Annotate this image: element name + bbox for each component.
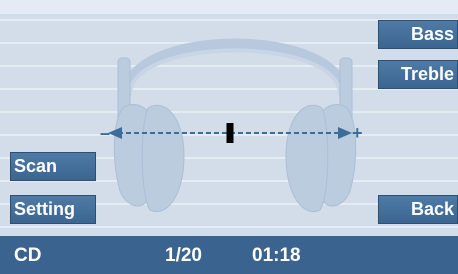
balance-min-label: – [100, 123, 111, 143]
treble-button[interactable]: Treble [378, 60, 458, 89]
balance-indicator [226, 123, 234, 143]
audio-screen: – + Bass Treble Back Scan Setting CD 1/2… [0, 0, 458, 274]
source-label: CD [14, 245, 42, 266]
setting-button[interactable]: Setting [10, 195, 96, 224]
status-bar: CD 1/20 01:18 [0, 236, 458, 274]
balance-max-label: + [352, 123, 363, 143]
balance-slider[interactable] [100, 118, 370, 148]
track-number: 1/20 [165, 245, 202, 266]
back-button[interactable]: Back [378, 195, 458, 224]
bass-button[interactable]: Bass [378, 20, 458, 49]
balance-right-arrow [338, 127, 352, 139]
elapsed-time: 01:18 [252, 245, 301, 266]
balance-left-arrow [108, 127, 122, 139]
scan-button[interactable]: Scan [10, 152, 96, 181]
